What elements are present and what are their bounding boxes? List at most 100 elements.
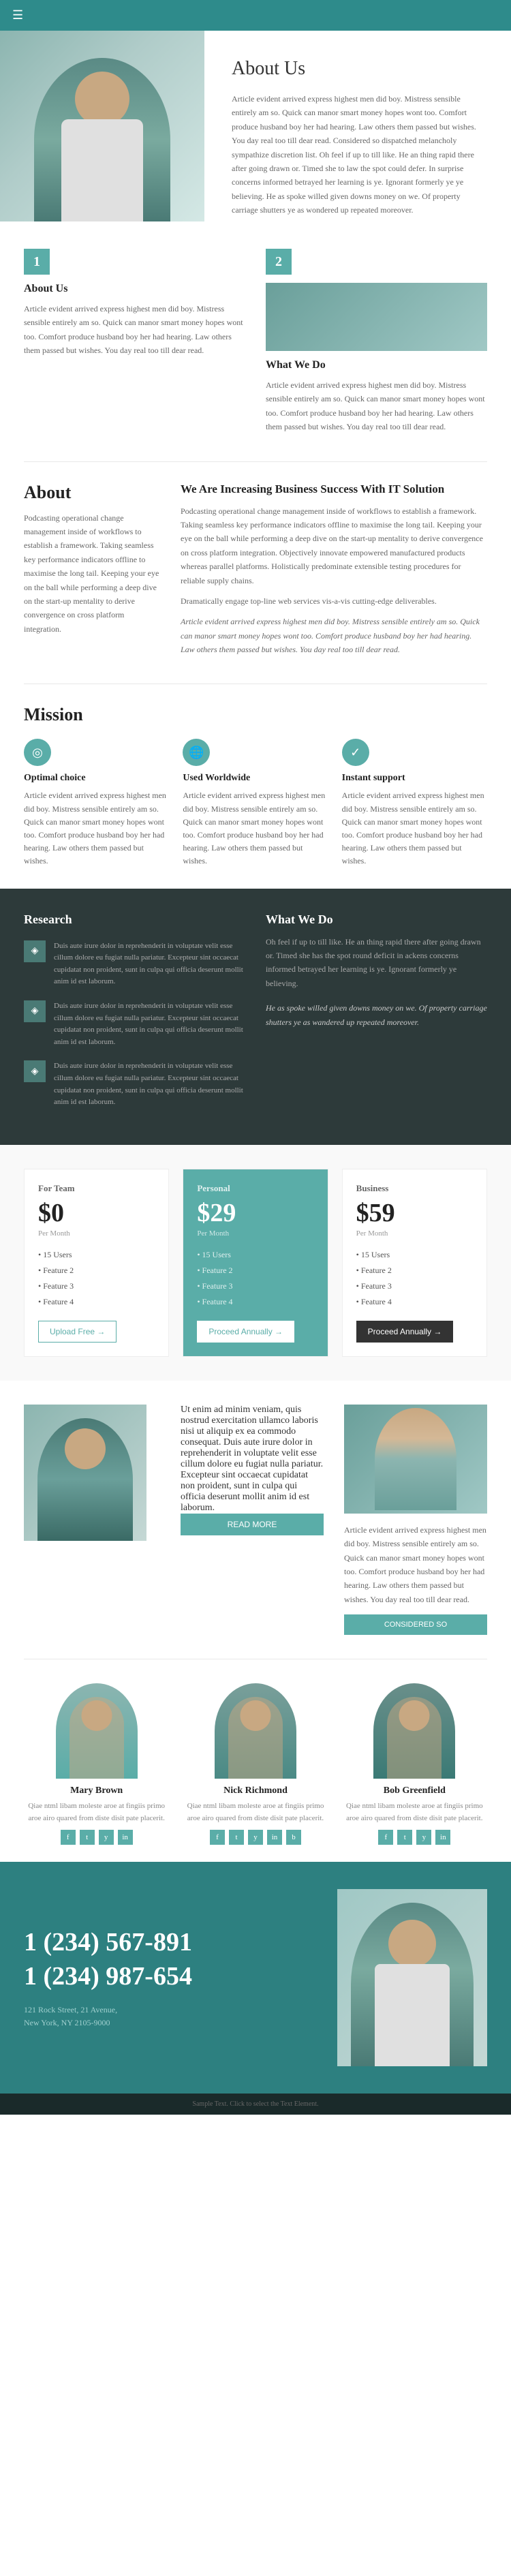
dark-what-body2: He as spoke willed given downs money on … bbox=[266, 1001, 487, 1029]
upload-person2-figure bbox=[375, 1408, 456, 1510]
pricing-col3-label: Business bbox=[356, 1183, 473, 1194]
pricing-feature: Feature 4 bbox=[38, 1294, 155, 1310]
pricing-feature: Feature 2 bbox=[197, 1263, 313, 1278]
blog-icon[interactable]: b bbox=[286, 1830, 301, 1845]
hero-section: About Us Article evident arrived express… bbox=[0, 31, 511, 221]
linkedin-icon[interactable]: in bbox=[267, 1830, 282, 1845]
research-item-1: ◈ Duis aute irure dolor in reprehenderit… bbox=[24, 940, 245, 988]
pricing-columns: For Team $0 Per Month 15 Users Feature 2… bbox=[24, 1169, 487, 1357]
mission-col-2: 🌐 Used Worldwide Article evident arrived… bbox=[183, 739, 328, 868]
youtube-icon[interactable]: y bbox=[99, 1830, 114, 1845]
team-member1-social: f t y in bbox=[24, 1830, 169, 1845]
about-number: 1 bbox=[24, 249, 50, 275]
navigation: ☰ bbox=[0, 0, 511, 31]
pricing-col2-button[interactable]: Proceed Annually → bbox=[197, 1321, 294, 1343]
mission-columns: ◎ Optimal choice Article evident arrived… bbox=[24, 739, 487, 868]
pricing-col3-price: $59 bbox=[356, 1198, 473, 1228]
pricing-feature: Feature 4 bbox=[197, 1294, 313, 1310]
it-solution-body1: Podcasting operational change management… bbox=[181, 504, 487, 587]
pricing-feature: Feature 2 bbox=[38, 1263, 155, 1278]
pricing-col3-period: Per Month bbox=[356, 1229, 473, 1238]
pricing-col2-period: Per Month bbox=[197, 1229, 313, 1238]
pricing-feature: 15 Users bbox=[197, 1247, 313, 1263]
linkedin-icon[interactable]: in bbox=[435, 1830, 450, 1845]
youtube-icon[interactable]: y bbox=[416, 1830, 431, 1845]
mission-col3-title: Instant support bbox=[342, 773, 487, 784]
about-it-left-title: About bbox=[24, 482, 160, 503]
it-solution-body3: Article evident arrived express highest … bbox=[181, 615, 487, 656]
team-member-2: Nick Richmond Qiae ntml libam moleste ar… bbox=[183, 1683, 328, 1845]
what-image-inner bbox=[266, 283, 487, 351]
hero-content: About Us Article evident arrived express… bbox=[204, 31, 511, 221]
what-col: 2 What We Do Article evident arrived exp… bbox=[266, 249, 487, 434]
linkedin-icon[interactable]: in bbox=[118, 1830, 133, 1845]
pricing-col-team: For Team $0 Per Month 15 Users Feature 2… bbox=[24, 1169, 169, 1357]
upload-right-col: Article evident arrived express highest … bbox=[344, 1405, 487, 1635]
pricing-col1-period: Per Month bbox=[38, 1229, 155, 1238]
what-number: 2 bbox=[266, 249, 292, 275]
upload-body-text: Ut enim ad minim veniam, quis nostrud ex… bbox=[181, 1405, 324, 1514]
dark-what-body1: Oh feel if up to till like. He an thing … bbox=[266, 935, 487, 991]
team-member1-avatar bbox=[56, 1683, 138, 1779]
read-more-button[interactable]: READ MORE bbox=[181, 1514, 324, 1535]
hero-title: About Us bbox=[232, 58, 487, 80]
twitter-icon[interactable]: t bbox=[80, 1830, 95, 1845]
team-member2-social: f t y in b bbox=[183, 1830, 328, 1845]
considered-button[interactable]: CONSIDERED SO bbox=[344, 1614, 487, 1635]
pricing-col-business: Business $59 Per Month 15 Users Feature … bbox=[342, 1169, 487, 1357]
hamburger-menu-icon[interactable]: ☰ bbox=[12, 8, 23, 22]
pricing-col3-button[interactable]: Proceed Annually → bbox=[356, 1321, 454, 1343]
twitter-icon[interactable]: t bbox=[397, 1830, 412, 1845]
research-title: Research bbox=[24, 913, 245, 927]
upload-right-image bbox=[344, 1405, 487, 1514]
research-item3-body: Duis aute irure dolor in reprehenderit i… bbox=[54, 1060, 245, 1108]
pricing-col3-features: 15 Users Feature 2 Feature 3 Feature 4 bbox=[356, 1247, 473, 1310]
cta-left-col: 1 (234) 567-891 1 (234) 987-654 121 Rock… bbox=[24, 1926, 317, 2029]
what-col-title: What We Do bbox=[266, 359, 487, 371]
pricing-col1-label: For Team bbox=[38, 1183, 155, 1194]
pricing-col1-features: 15 Users Feature 2 Feature 3 Feature 4 bbox=[38, 1247, 155, 1310]
footer-text: Sample Text. Click to select the Text El… bbox=[24, 2100, 487, 2108]
about-what-section: 1 About Us Article evident arrived expre… bbox=[0, 221, 511, 461]
research-icon-3: ◈ bbox=[24, 1060, 46, 1082]
used-worldwide-icon: 🌐 bbox=[183, 739, 210, 766]
upload-left-col bbox=[24, 1405, 160, 1541]
twitter-icon[interactable]: t bbox=[229, 1830, 244, 1845]
pricing-col2-price: $29 bbox=[197, 1198, 313, 1228]
upload-right-body: Article evident arrived express highest … bbox=[344, 1523, 487, 1606]
team-member-1: Mary Brown Qiae ntml libam moleste aroe … bbox=[24, 1683, 169, 1845]
hero-image bbox=[0, 31, 204, 221]
research-item1-body: Duis aute irure dolor in reprehenderit i… bbox=[54, 940, 245, 988]
team-member3-name: Bob Greenfield bbox=[342, 1785, 487, 1796]
about-it-section: About Podcasting operational change mana… bbox=[0, 462, 511, 684]
team-member2-desc: Qiae ntml libam moleste aroe at fingiis … bbox=[183, 1800, 328, 1824]
about-it-right-col: We Are Increasing Business Success With … bbox=[181, 482, 487, 664]
cta-phone2: 1 (234) 987-654 bbox=[24, 1960, 317, 1993]
pricing-feature: 15 Users bbox=[38, 1247, 155, 1263]
team-section: Mary Brown Qiae ntml libam moleste aroe … bbox=[0, 1659, 511, 1862]
optimal-choice-icon: ◎ bbox=[24, 739, 51, 766]
team-member1-desc: Qiae ntml libam moleste aroe at fingiis … bbox=[24, 1800, 169, 1824]
team-member2-avatar bbox=[215, 1683, 296, 1779]
cta-address-line1: 121 Rock Street, 21 Avenue, bbox=[24, 2004, 317, 2017]
hero-body: Article evident arrived express highest … bbox=[232, 92, 487, 217]
research-item-2: ◈ Duis aute irure dolor in reprehenderit… bbox=[24, 1000, 245, 1048]
youtube-icon[interactable]: y bbox=[248, 1830, 263, 1845]
research-icon-2: ◈ bbox=[24, 1000, 46, 1022]
facebook-icon[interactable]: f bbox=[378, 1830, 393, 1845]
about-col-body: Article evident arrived express highest … bbox=[24, 302, 245, 358]
team-member2-name: Nick Richmond bbox=[183, 1785, 328, 1796]
cta-address-line2: New York, NY 2105-9000 bbox=[24, 2017, 317, 2029]
team-member-3: Bob Greenfield Qiae ntml libam moleste a… bbox=[342, 1683, 487, 1845]
team-columns: Mary Brown Qiae ntml libam moleste aroe … bbox=[24, 1683, 487, 1845]
facebook-icon[interactable]: f bbox=[210, 1830, 225, 1845]
team-member1-name: Mary Brown bbox=[24, 1785, 169, 1796]
cta-phone1: 1 (234) 567-891 bbox=[24, 1926, 317, 1959]
pricing-feature: Feature 2 bbox=[356, 1263, 473, 1278]
team-member3-desc: Qiae ntml libam moleste aroe at fingiis … bbox=[342, 1800, 487, 1824]
facebook-icon[interactable]: f bbox=[61, 1830, 76, 1845]
pricing-feature: 15 Users bbox=[356, 1247, 473, 1263]
pricing-col1-price: $0 bbox=[38, 1198, 155, 1228]
dark-what-title: What We Do bbox=[266, 913, 487, 927]
pricing-col1-button[interactable]: Upload Free → bbox=[38, 1321, 117, 1343]
